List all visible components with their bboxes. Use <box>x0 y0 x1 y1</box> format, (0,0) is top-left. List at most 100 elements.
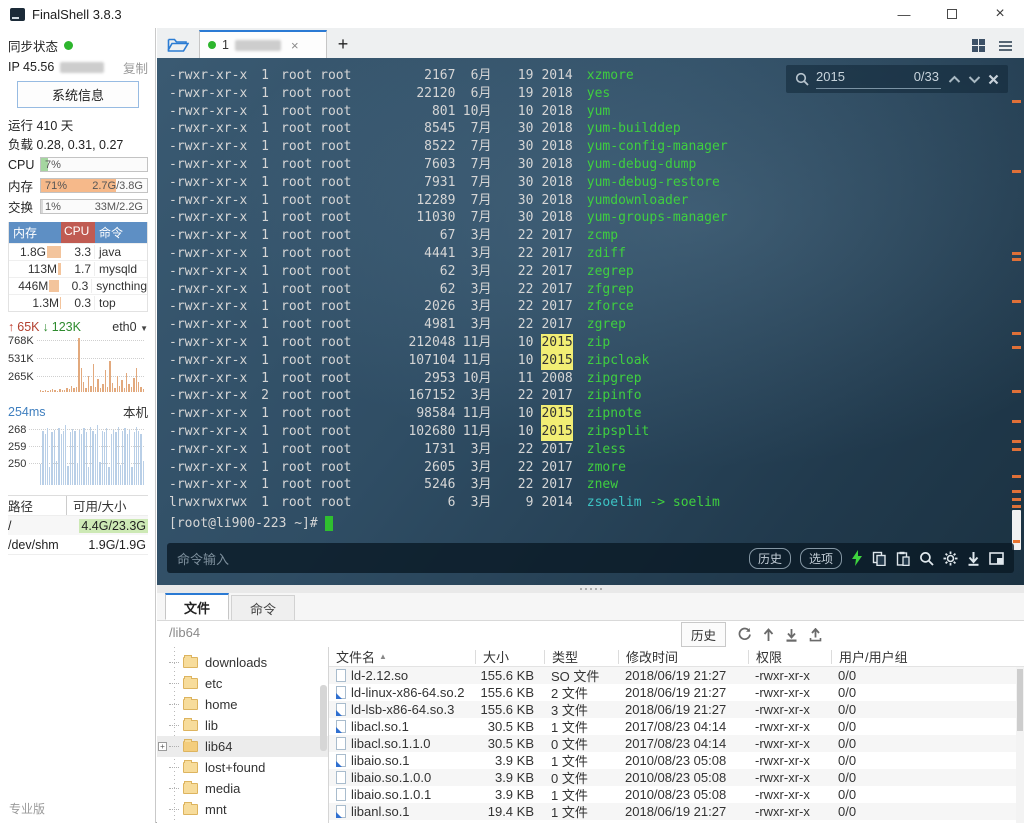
terminal-output: -rwxr-xr-x 1 root root 2167 6月 19 2014 x… <box>169 67 1000 533</box>
chart-bar <box>85 388 86 392</box>
history-button[interactable]: 历史 <box>749 548 791 569</box>
header-filename[interactable]: 文件名▲ <box>329 647 475 666</box>
current-path[interactable]: /lib64 <box>169 625 200 640</box>
disk-row[interactable]: / 4.4G/23.3G <box>8 516 148 535</box>
chart-bar <box>118 427 119 485</box>
folder-icon <box>183 720 198 731</box>
terminal-line: -rwxr-xr-x 1 root root 7603 7月 30 2018 y… <box>169 156 1000 174</box>
header-mtime[interactable]: 修改时间 <box>618 650 748 664</box>
session-tab[interactable]: 1 × <box>199 30 327 58</box>
tab-close-icon[interactable]: × <box>291 38 299 53</box>
download-file-icon[interactable] <box>785 628 798 642</box>
proc-header-mem[interactable]: 内存 <box>9 222 61 243</box>
tree-item[interactable]: + etc <box>157 673 328 694</box>
refresh-icon[interactable] <box>737 627 752 642</box>
chart-bar <box>81 368 82 392</box>
layout-grid-icon[interactable] <box>972 39 985 52</box>
command-input-bar[interactable]: 命令输入 历史 选项 <box>167 543 1014 573</box>
swap-percent: 1% <box>45 201 61 213</box>
ip-label: IP 45.56 <box>8 60 54 74</box>
header-size[interactable]: 大小 <box>475 650 544 664</box>
interface-select[interactable]: eth0 ▼ <box>112 320 148 334</box>
file-row[interactable]: libanl.so.1 19.4 KB 1 文件 2018/06/19 21:2… <box>329 803 1024 820</box>
ping-host[interactable]: 本机 <box>123 402 148 421</box>
connection-manager-button[interactable] <box>157 30 199 58</box>
disk-table-header: 路径 可用/大小 <box>8 496 148 516</box>
tab-files[interactable]: 文件 <box>165 593 229 620</box>
chart-bar <box>100 388 101 392</box>
tree-scrollbar-thumb[interactable] <box>320 685 327 751</box>
swap-detail: 33M/2.2G <box>95 201 143 213</box>
tree-item[interactable]: + lib64 <box>157 736 328 757</box>
options-button[interactable]: 选项 <box>800 548 842 569</box>
folder-icon <box>183 699 198 710</box>
proc-header-cmd[interactable]: 命令 <box>95 222 147 243</box>
tree-item[interactable]: + lost+found <box>157 757 328 778</box>
tree-item[interactable]: + media <box>157 778 328 799</box>
minimize-button[interactable]: — <box>880 0 928 28</box>
search-next-button[interactable] <box>968 75 981 84</box>
tree-item[interactable]: + downloads <box>157 652 328 673</box>
new-tab-button[interactable]: + <box>327 34 359 58</box>
tree-item[interactable]: + mnt <box>157 799 328 820</box>
header-perms[interactable]: 权限 <box>748 650 831 664</box>
process-row[interactable]: 113M 1.7 mysqld <box>9 260 147 277</box>
chart-bar <box>115 432 116 485</box>
paste-icon[interactable] <box>896 551 910 566</box>
file-table-scrollbar-thumb[interactable] <box>1017 669 1023 731</box>
window-panel-icon[interactable] <box>989 552 1004 565</box>
search-prev-button[interactable] <box>948 75 961 84</box>
file-row[interactable]: libacl.so.1.1.0 30.5 KB 0 文件 2017/08/23 … <box>329 735 1024 752</box>
file-row[interactable]: libaio.so.1.0.0 3.9 KB 0 文件 2010/08/23 0… <box>329 769 1024 786</box>
copy-icon[interactable] <box>872 551 887 566</box>
file-table-scrollbar[interactable] <box>1016 667 1024 823</box>
chart-bar <box>52 389 53 392</box>
path-history-button[interactable]: 历史 <box>681 622 726 647</box>
file-row[interactable]: libaio.so.1.0.1 3.9 KB 1 文件 2010/08/23 0… <box>329 786 1024 803</box>
scrollbar-match-markers[interactable] <box>1012 58 1021 585</box>
command-input-placeholder[interactable]: 命令输入 <box>177 549 229 568</box>
menu-icon[interactable] <box>999 41 1012 51</box>
tree-item[interactable]: + home <box>157 694 328 715</box>
panel-splitter[interactable] <box>157 585 1024 593</box>
terminal[interactable]: -rwxr-xr-x 1 root root 2167 6月 19 2014 x… <box>157 58 1024 585</box>
parent-directory-icon[interactable] <box>763 628 774 642</box>
search-field[interactable]: 2015 0/33 <box>816 69 941 89</box>
terminal-search-icon[interactable] <box>919 551 934 566</box>
tree-item[interactable]: + lib <box>157 715 328 736</box>
file-row[interactable]: ld-lsb-x86-64.so.3 155.6 KB 3 文件 2018/06… <box>329 701 1024 718</box>
upload-file-icon[interactable] <box>809 628 822 642</box>
process-row[interactable]: 446M 0.3 syncthing <box>9 277 147 294</box>
file-row[interactable]: libacl.so.1 30.5 KB 1 文件 2017/08/23 04:1… <box>329 718 1024 735</box>
chart-bar <box>129 430 130 485</box>
tab-status-dot <box>208 41 216 49</box>
file-row[interactable]: ld-linux-x86-64.so.2 155.6 KB 2 文件 2018/… <box>329 684 1024 701</box>
chart-bar <box>92 431 93 485</box>
quick-command-lightning-icon[interactable] <box>851 550 863 566</box>
file-row[interactable]: libaio.so.1 3.9 KB 1 文件 2010/08/23 05:08… <box>329 752 1024 769</box>
terminal-line: -rwxr-xr-x 1 root root 8545 7月 30 2018 y… <box>169 120 1000 138</box>
system-info-button[interactable]: 系统信息 <box>17 81 139 108</box>
maximize-button[interactable] <box>928 0 976 28</box>
chart-bar <box>88 376 89 392</box>
proc-header-cpu[interactable]: CPU <box>61 222 95 243</box>
tab-commands[interactable]: 命令 <box>231 595 295 620</box>
download-arrow-icon[interactable] <box>967 551 980 566</box>
search-close-button[interactable] <box>988 74 999 85</box>
tab-number: 1 <box>222 38 229 52</box>
process-table-header[interactable]: 内存 CPU 命令 <box>9 222 147 243</box>
disk-row[interactable]: /dev/shm 1.9G/1.9G <box>8 535 148 554</box>
close-button[interactable]: × <box>976 0 1024 28</box>
file-row[interactable]: ld-2.12.so 155.6 KB SO 文件 2018/06/19 21:… <box>329 667 1024 684</box>
disk-table: 路径 可用/大小 / 4.4G/23.3G /dev/shm 1.9G/1.9G <box>8 495 148 555</box>
process-row[interactable]: 1.8G 3.3 java <box>9 243 147 260</box>
app-icon <box>10 8 25 21</box>
tree-expander-icon[interactable]: + <box>158 742 167 751</box>
search-match-marker <box>1012 100 1021 103</box>
settings-gear-icon[interactable] <box>943 551 958 566</box>
header-owner[interactable]: 用户/用户组 <box>831 650 1024 664</box>
header-type[interactable]: 类型 <box>544 650 618 664</box>
copy-ip-button[interactable]: 复制 <box>123 58 148 77</box>
open-folder-icon <box>167 36 189 53</box>
process-row[interactable]: 1.3M 0.3 top <box>9 294 147 311</box>
